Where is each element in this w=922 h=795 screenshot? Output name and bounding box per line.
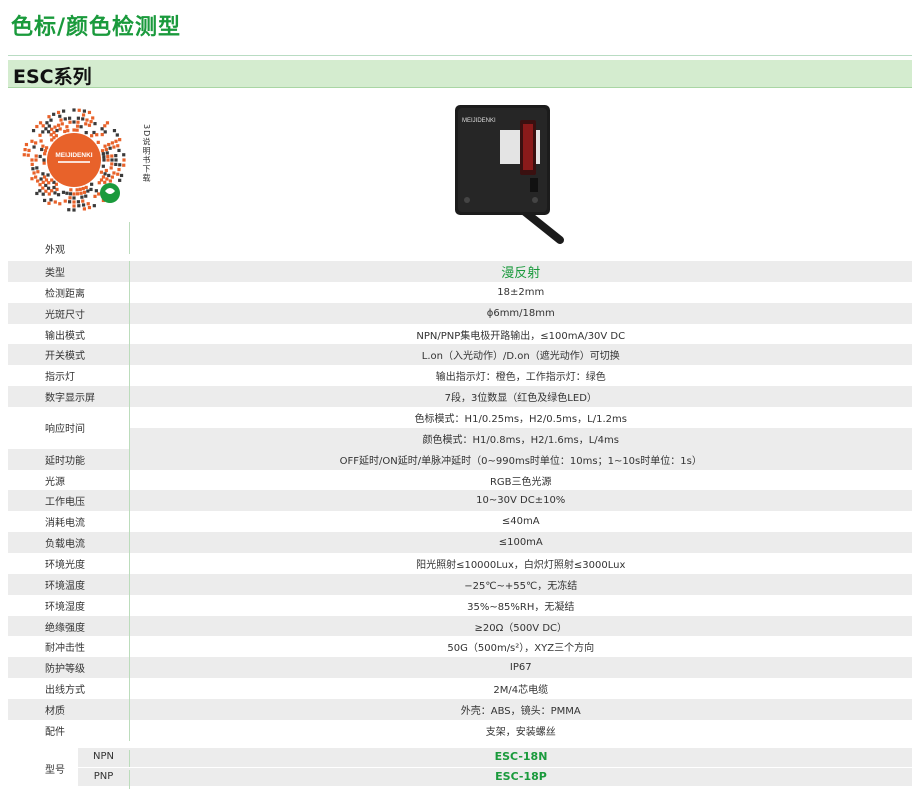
spec-label: 环境光度 xyxy=(8,553,130,574)
model-section: 型号 NPN ESC-18N PNP ESC-18P xyxy=(8,748,912,789)
model-code: PNP xyxy=(93,771,114,782)
spec-value: ≤100mA xyxy=(129,532,912,554)
spec-row: 材质 外壳：ABS，镜头：PMMA xyxy=(8,699,912,720)
spec-label: 输出模式 xyxy=(8,323,130,345)
spec-value: ≥20Ω（500V DC） xyxy=(129,615,912,637)
series-header: ESC系列 xyxy=(8,60,912,88)
model-value: ESC-18P xyxy=(129,770,912,789)
spec-row: 消耗电流 ≤40mA xyxy=(8,511,912,533)
spec-label: 环境温度 xyxy=(8,573,130,595)
spec-label: 开关模式 xyxy=(8,344,130,366)
spec-row: 类型 漫反射 xyxy=(8,261,912,282)
spec-label: 光源 xyxy=(8,469,130,491)
spec-label: 绝缘强度 xyxy=(8,615,130,637)
spec-value: 10~30V DC±10% xyxy=(129,490,912,512)
spec-row: 环境光度 阳光照射≤10000Lux，白炽灯照射≤3000Lux xyxy=(8,553,912,574)
spec-row: 出线方式 2M/4芯电缆 xyxy=(8,678,912,700)
spec-value: OFF延时/ON延时/单脉冲延时（0~990ms时单位：10ms；1~10s时单… xyxy=(129,448,912,470)
spec-row: 指示灯 输出指示灯：橙色，工作指示灯：绿色 xyxy=(8,365,912,387)
spec-value: 18±2mm xyxy=(497,286,545,298)
spec-value: 35%~85%RH，无凝结 xyxy=(467,601,575,613)
spec-label: 材质 xyxy=(8,699,130,720)
spec-row: 数字显示屏 7段，3位数显（红色及绿色LED） xyxy=(8,386,912,408)
spec-row: 检测距离 18±2mm xyxy=(8,281,912,303)
spec-label: 指示灯 xyxy=(8,365,130,387)
spec-value: RGB三色光源 xyxy=(489,476,552,488)
spec-value: 2M/4芯电缆 xyxy=(493,685,549,697)
model-row-pnp: PNP ESC-18P xyxy=(78,767,912,789)
qr-brand: MEIJIDENKI xyxy=(55,152,92,159)
spec-label: 负载电流 xyxy=(8,532,130,554)
spec-value: 支架，安装螺丝 xyxy=(485,726,556,738)
spec-label: 延时功能 xyxy=(8,448,130,470)
spec-row: 输出模式 NPN/PNP集电极开路输出，≤100mA/30V DC xyxy=(8,323,912,345)
spec-table: 类型 漫反射 检测距离 18±2mm 光斑尺寸 ϕ6mm/18mm 输出模式 NPN/PNP集… xyxy=(8,261,912,741)
spec-label: 环境湿度 xyxy=(8,594,130,616)
column-divider xyxy=(129,222,130,254)
spec-row: 响应时间 色标模式：H1/0.25ms，H2/0.5ms，L/1.2ms xyxy=(8,407,912,449)
title-divider xyxy=(8,55,912,56)
spec-value: 阳光照射≤10000Lux，白炽灯照射≤3000Lux xyxy=(416,559,626,571)
spec-label: 数字显示屏 xyxy=(8,386,130,408)
spec-label: 配件 xyxy=(8,719,130,741)
qr-caption: 3D说明书下载 xyxy=(142,124,151,183)
spec-value: NPN/PNP集电极开路输出，≤100mA/30V DC xyxy=(416,330,626,342)
spec-value: IP67 xyxy=(129,657,912,679)
spec-label: 工作电压 xyxy=(8,490,130,512)
spec-label: 耐冲击性 xyxy=(8,636,130,658)
spec-row: 耐冲击性 50G（500m/s²），XYZ三个方向 xyxy=(8,636,912,658)
spec-row: 负载电流 ≤100mA xyxy=(8,532,912,554)
spec-value: 色标模式：H1/0.25ms，H2/0.5ms，L/1.2ms xyxy=(129,407,912,429)
spec-row: 开关模式 L.on（入光动作）/D.on（遮光动作）可切换 xyxy=(8,344,912,366)
page-title: 色标/颜色检测型 xyxy=(11,15,182,40)
spec-label: 光斑尺寸 xyxy=(8,302,130,324)
spec-value: L.on（入光动作）/D.on（遮光动作）可切换 xyxy=(129,344,912,366)
spec-value: 50G（500m/s²），XYZ三个方向 xyxy=(447,643,595,655)
spec-row: 光源 RGB三色光源 xyxy=(8,469,912,491)
model-label: 型号 xyxy=(45,765,65,776)
series-title: ESC系列 xyxy=(13,66,92,88)
spec-value: 颜色模式：H1/0.8ms，H2/1.6ms，L/4ms xyxy=(129,427,912,449)
spec-label: 检测距离 xyxy=(8,281,130,303)
product-brand: MEIJIDENKI xyxy=(462,118,496,124)
spec-value: ≤40mA xyxy=(501,516,540,528)
spec-label: 消耗电流 xyxy=(8,511,130,533)
appearance-label: 外观 xyxy=(45,245,65,256)
spec-row: 环境湿度 35%~85%RH，无凝结 xyxy=(8,594,912,616)
spec-row: 延时功能 OFF延时/ON延时/单脉冲延时（0~990ms时单位：10ms；1~1… xyxy=(8,448,912,470)
spec-label: 响应时间 xyxy=(8,407,130,449)
spec-row: 防护等级 IP67 xyxy=(8,657,912,679)
spec-row: 绝缘强度 ≥20Ω（500V DC） xyxy=(8,615,912,637)
spec-row: 工作电压 10~30V DC±10% xyxy=(8,490,912,512)
spec-row: 配件 支架，安装螺丝 xyxy=(8,719,912,741)
spec-value: 7段，3位数显（红色及绿色LED） xyxy=(129,386,912,408)
model-code: NPN xyxy=(93,751,114,762)
spec-value: 输出指示灯：橙色，工作指示灯：绿色 xyxy=(435,372,606,384)
spec-label: 防护等级 xyxy=(8,657,130,679)
spec-value: ϕ6mm/18mm xyxy=(129,302,912,324)
model-row-npn: NPN ESC-18N xyxy=(78,748,912,769)
spec-value: 漫反射 xyxy=(129,261,912,282)
spec-label: 出线方式 xyxy=(8,678,130,700)
spec-row: 环境温度 −25℃~+55℃，无冻结 xyxy=(8,573,912,595)
spec-row: 光斑尺寸 ϕ6mm/18mm xyxy=(8,302,912,324)
product-image: MEIJIDENKI xyxy=(455,105,564,244)
spec-row: 颜色模式：H1/0.8ms，H2/1.6ms，L/4ms xyxy=(8,427,912,449)
spec-value: −25℃~+55℃，无冻结 xyxy=(129,573,912,595)
spec-value: 外壳：ABS，镜头：PMMA xyxy=(129,699,912,720)
qr-code-icon[interactable]: MEIJIDENKI xyxy=(22,105,132,215)
spec-label: 类型 xyxy=(8,261,130,282)
